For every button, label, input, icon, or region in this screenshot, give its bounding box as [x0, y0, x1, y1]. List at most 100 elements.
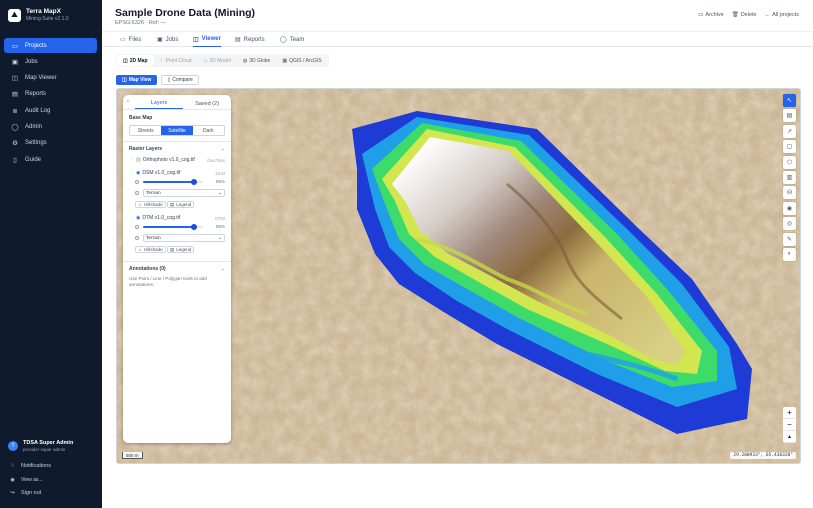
user-role: provider super admin — [23, 447, 66, 452]
pointer-icon: ↖ — [786, 98, 793, 104]
sidebar-item-label: Audit Log — [25, 107, 51, 114]
qgis-arcgis-icon: ▦ — [282, 57, 288, 64]
layer-orthophoto[interactable]: ⋮ ▧ Orthophoto v1.0_cog.tif GeoTiles — [129, 156, 225, 164]
sun-icon: ☼ — [138, 247, 143, 252]
sidebar-item-audit-log[interactable]: ≣ Audit Log — [4, 103, 97, 118]
all-projects-link[interactable]: ← All projects — [765, 12, 799, 18]
sidebar-item-projects[interactable]: ▭ Projects — [4, 38, 97, 53]
subtab-2d-map[interactable]: ◫ 2D Map — [117, 55, 154, 66]
compass-button[interactable]: ▲ — [783, 431, 796, 443]
layer-dtm[interactable]: ⋮ ◉ DTM v1.0_cog.tif DTM — [129, 214, 225, 222]
eye-tool-button[interactable]: ◐ — [783, 247, 796, 261]
volume-tool-button[interactable]: ⛁ — [783, 186, 796, 200]
collapse-panel-icon[interactable]: ‹ — [127, 99, 129, 105]
map-view-button[interactable]: ◫ Map View — [116, 75, 158, 85]
tab-label: Files — [128, 36, 142, 43]
compare-icon: ▯ — [167, 77, 171, 83]
tab-saved[interactable]: Saved (2) — [183, 98, 231, 109]
chart-tool-button[interactable]: ▥ — [783, 170, 796, 184]
zoom-in-button[interactable]: + — [783, 407, 796, 419]
chevron-down-icon: ⌄ — [217, 190, 222, 196]
dsm-legend-toggle[interactable]: ▤ Legend — [167, 201, 195, 208]
sidebar-item-map-viewer[interactable]: ◫ Map Viewer — [4, 71, 97, 86]
zoom-controls: + − ▲ — [783, 407, 796, 443]
sign-out-label: Sign out — [21, 490, 42, 496]
layers-tool-icon: ▤ — [786, 113, 793, 120]
line-tool-button[interactable]: ↗ — [783, 124, 796, 138]
3d-model-icon: ◇ — [203, 57, 208, 64]
dtm-render-select[interactable]: Terrain ⌄ — [143, 234, 225, 242]
polygon-tool-icon: ⬡ — [786, 159, 793, 166]
sign-out-link[interactable]: ↪ Sign out — [8, 490, 41, 496]
dtm-hillshade-toggle[interactable]: ☼ Hillshade — [135, 246, 166, 253]
slider-thumb[interactable] — [191, 224, 197, 230]
viewer-mode-tabs: ◫ 2D Map ⁘ Point Cloud ◇ 3D Model ◍ 3D Globe ▦ QG… — [116, 54, 329, 67]
radio-button[interactable] — [135, 191, 139, 195]
basemap-dark[interactable]: Dark — [193, 126, 224, 135]
drag-handle-icon[interactable]: ⋮ — [129, 157, 134, 163]
globe-tool-button[interactable]: ◉ — [783, 201, 796, 215]
arrow-left-icon: ← — [764, 12, 771, 18]
dsm-opacity-slider[interactable] — [143, 179, 203, 185]
eye-icon[interactable]: ◉ — [136, 170, 140, 176]
drag-handle-icon[interactable]: ⋮ — [129, 215, 134, 221]
chevron-down-icon[interactable]: ⌄ — [221, 146, 225, 152]
avatar: T — [8, 441, 18, 451]
layer-dsm[interactable]: ⋮ ◉ DSM v1.0_cog.tif DLM — [129, 169, 225, 177]
sidebar-item-jobs[interactable]: ▣ Jobs — [4, 54, 97, 69]
raster-layers-heading: Raster Layers — [129, 146, 163, 152]
briefcase-icon: ▣ — [11, 58, 19, 66]
slider-thumb[interactable] — [191, 179, 197, 185]
dtm-opacity-slider[interactable] — [143, 224, 203, 230]
basemap-satellite[interactable]: Satellite — [161, 126, 193, 135]
sidebar-item-admin[interactable]: ◯ Admin — [4, 119, 97, 134]
chevron-down-icon[interactable]: ⌄ — [221, 266, 225, 272]
archive-button[interactable]: ▭ Archive — [698, 12, 724, 18]
zoom-out-button[interactable]: − — [783, 419, 796, 431]
tab-viewer[interactable]: ◫ Viewer — [193, 32, 221, 47]
target-tool-button[interactable]: ◎ — [783, 217, 796, 231]
notifications-link[interactable]: ♢ Notifications — [8, 463, 51, 469]
compare-button[interactable]: ▯ Compare — [161, 75, 199, 85]
radio-button[interactable] — [135, 225, 139, 229]
drag-handle-icon[interactable]: ⋮ — [129, 170, 134, 176]
pen-tool-button[interactable]: ✎ — [783, 232, 796, 246]
logo-icon: ⛰ — [8, 8, 21, 22]
polygon-tool-button[interactable]: ⬡ — [783, 155, 796, 169]
dsm-hillshade-toggle[interactable]: ☼ Hillshade — [135, 201, 166, 208]
book-icon: ▯ — [13, 156, 17, 164]
eye-icon[interactable]: ◉ — [136, 215, 140, 221]
files-icon: ▭ — [120, 37, 126, 43]
user-profile[interactable]: T TDSA Super Admin provider super admin — [8, 440, 73, 452]
archive-label: Archive — [705, 12, 724, 18]
tab-team[interactable]: ◯ Team — [280, 32, 304, 47]
dtm-legend-toggle[interactable]: ▤ Legend — [167, 246, 195, 253]
radio-button[interactable] — [135, 180, 139, 184]
subtab-label: 2D Map — [129, 57, 148, 64]
subtab-3d-globe[interactable]: ◍ 3D Globe — [237, 55, 277, 66]
sidebar-item-settings[interactable]: ⚙ Settings — [4, 136, 97, 151]
delete-button[interactable]: 🗑 Delete — [732, 12, 757, 18]
subtab-qgis-arcgis[interactable]: ▦ QGIS / ArcGIS — [276, 55, 327, 66]
basemap-streets[interactable]: Streets — [130, 126, 161, 135]
view-as-link[interactable]: ◉ View as... — [8, 477, 42, 483]
header-actions: ▭ Archive 🗑 Delete ← All projects — [690, 12, 799, 18]
tab-layers[interactable]: Layers — [135, 98, 183, 109]
sidebar-item-guide[interactable]: ▯ Guide — [4, 152, 97, 167]
image-icon: ▧ — [136, 157, 141, 163]
tab-jobs[interactable]: ▣ Jobs — [157, 32, 178, 47]
map-canvas[interactable]: 500 m 29.200933°, 65.436320° ↖ ▤ ↗ ▢ ⬡ ▥ ⛁ ◉ ◎ ✎ ◐… — [116, 88, 801, 464]
view-buttons: ◫ Map View ▯ Compare — [116, 75, 203, 85]
tab-reports[interactable]: ▤ Reports — [235, 32, 265, 47]
tab-files[interactable]: ▭ Files — [120, 32, 141, 47]
brand[interactable]: ⛰ Terra MapX Mining Suite v2.1.0 — [8, 8, 69, 22]
main-content: Sample Drone Data (Mining) EPSG:6326 · R… — [102, 0, 813, 508]
square-tool-button[interactable]: ▢ — [783, 140, 796, 154]
layers-tool-button[interactable]: ▤ — [783, 109, 796, 123]
pointer-button[interactable]: ↖ — [783, 94, 796, 107]
radio-button[interactable] — [135, 236, 139, 240]
dsm-render-select[interactable]: Terrain ⌄ — [143, 189, 225, 197]
annotations-heading: Annotations (0) — [129, 266, 166, 272]
hillshade-label: Hillshade — [144, 247, 163, 252]
sidebar-item-reports[interactable]: ▤ Reports — [4, 87, 97, 102]
